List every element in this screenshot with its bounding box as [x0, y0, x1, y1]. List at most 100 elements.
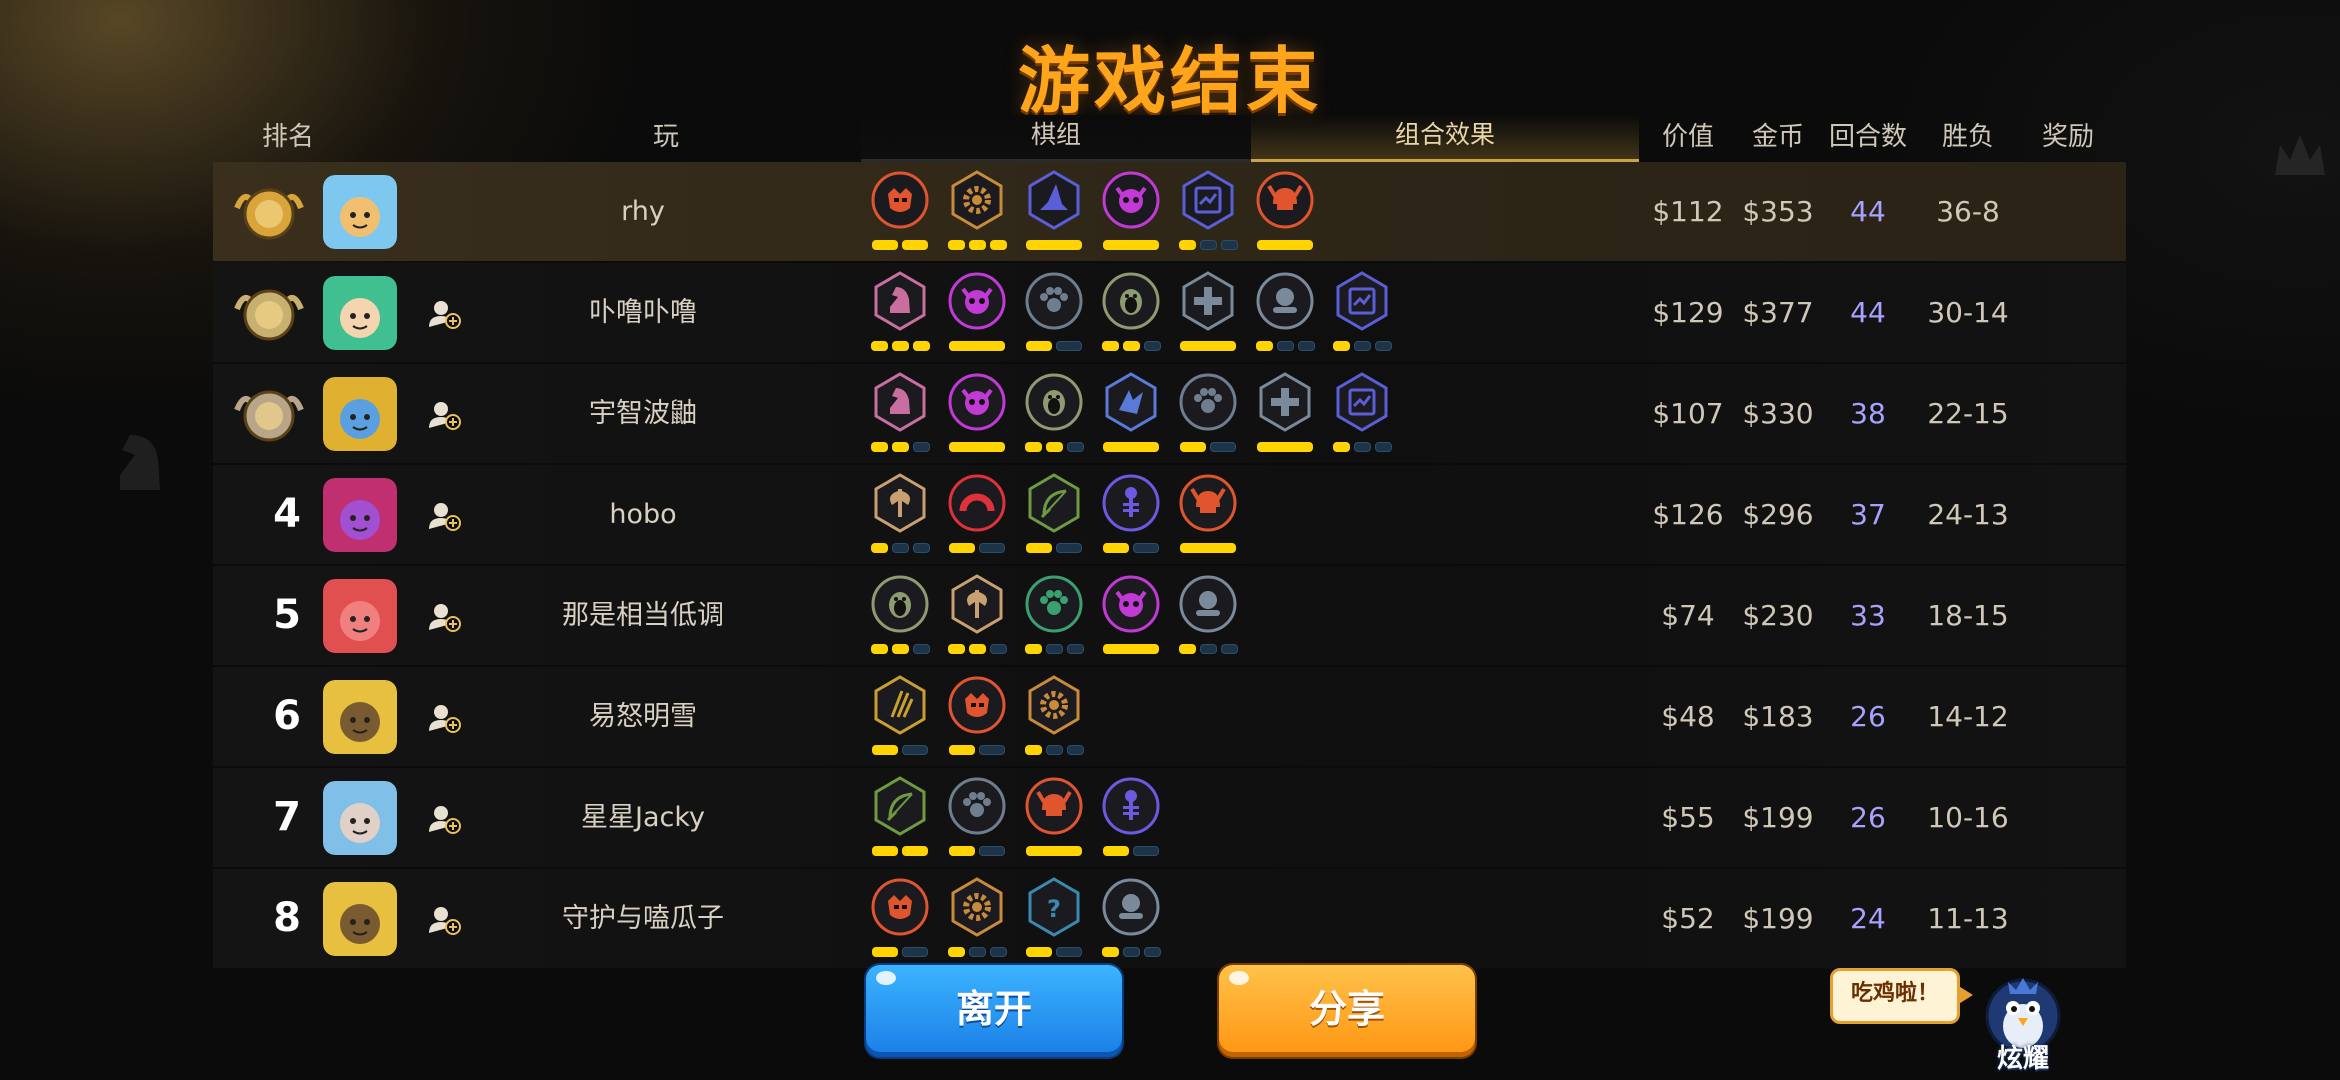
avatar[interactable]: [323, 478, 397, 552]
share-button[interactable]: 分享: [1219, 965, 1475, 1057]
flaunt-label[interactable]: 炫耀: [1978, 1038, 2068, 1075]
trait-level-pips: [945, 240, 1009, 252]
horned-skull-icon[interactable]: [1099, 572, 1163, 660]
rainbow-icon[interactable]: [945, 471, 1009, 559]
player-rounds: 38: [1850, 397, 1886, 430]
player-value: $107: [1652, 397, 1724, 430]
dragon-icon[interactable]: [1099, 370, 1163, 458]
player-winloss: 14-12: [1927, 700, 2009, 733]
table-row: rhy $112 $353 44 36-8: [213, 162, 2126, 261]
viking-helmet-icon[interactable]: [1253, 168, 1317, 256]
trait-level-pips: [1176, 341, 1240, 353]
player-name: 卟噜卟噜: [589, 297, 697, 328]
avatar[interactable]: [323, 781, 397, 855]
gear-icon[interactable]: [945, 168, 1009, 256]
player-winloss: 18-15: [1927, 599, 2009, 632]
trait-level-pips: [945, 745, 1009, 757]
leave-button[interactable]: 离开: [866, 965, 1122, 1057]
demon-mask-icon[interactable]: [868, 875, 932, 963]
trait-level-pips: [1176, 442, 1240, 454]
wizard-hat-icon[interactable]: [1022, 168, 1086, 256]
trait-level-pips: [1330, 442, 1394, 454]
trait-level-pips: [868, 341, 932, 353]
add-friend-icon[interactable]: [429, 905, 461, 935]
header-winloss: 胜负: [1941, 122, 1994, 152]
axe-icon[interactable]: [945, 572, 1009, 660]
trait-level-pips: [1253, 240, 1317, 252]
demon-mask-icon[interactable]: [945, 673, 1009, 761]
horned-skull-icon[interactable]: [1099, 168, 1163, 256]
trait-level-pips: [868, 947, 932, 959]
horned-skull-icon[interactable]: [945, 269, 1009, 357]
question-icon[interactable]: ?: [1022, 875, 1086, 963]
rank-medal-icon: [233, 178, 305, 246]
viking-helmet-icon[interactable]: [1022, 774, 1086, 862]
add-friend-icon[interactable]: [429, 299, 461, 329]
player-winloss: 30-14: [1927, 296, 2009, 329]
game-over-title: 游戏结束: [1017, 39, 1322, 123]
add-friend-icon[interactable]: [429, 400, 461, 430]
cross-icon[interactable]: [1253, 370, 1317, 458]
player-gold: $377: [1742, 296, 1814, 329]
knight-icon[interactable]: [868, 269, 932, 357]
svg-text:?: ?: [1047, 895, 1061, 923]
player-gold: $353: [1742, 195, 1814, 228]
avatar[interactable]: [323, 882, 397, 956]
gear-icon[interactable]: [1022, 673, 1086, 761]
player-gold: $199: [1742, 902, 1814, 935]
player-name: 星星Jacky: [580, 802, 705, 833]
avatar[interactable]: [323, 377, 397, 451]
trait-level-pips: [1022, 543, 1086, 555]
add-friend-icon[interactable]: [429, 804, 461, 834]
table-row: 8 守护与嗑瓜子? $52 $199 24 11-13: [213, 869, 2126, 968]
fishbone-icon[interactable]: [1099, 774, 1163, 862]
avatar[interactable]: [323, 276, 397, 350]
player-rounds: 37: [1850, 498, 1886, 531]
book-icon[interactable]: [1330, 269, 1394, 357]
trait-level-pips: [1022, 947, 1086, 959]
paw-icon[interactable]: [1176, 370, 1240, 458]
add-friend-icon[interactable]: [429, 501, 461, 531]
axe-icon[interactable]: [868, 471, 932, 559]
tab-combo-effects[interactable]: 组合效果: [1251, 115, 1639, 162]
fishbone-icon[interactable]: [1099, 471, 1163, 559]
penguin-icon[interactable]: [1022, 370, 1086, 458]
book-icon[interactable]: [1176, 168, 1240, 256]
player-rounds: 26: [1850, 700, 1886, 733]
penguin-icon[interactable]: [868, 572, 932, 660]
paw-icon[interactable]: [945, 774, 1009, 862]
add-friend-icon[interactable]: [429, 703, 461, 733]
player-winloss: 36-8: [1936, 195, 2000, 228]
gear-icon[interactable]: [945, 875, 1009, 963]
tab-traits[interactable]: 棋组: [861, 115, 1251, 162]
claws-icon[interactable]: [868, 673, 932, 761]
paw-icon[interactable]: [1022, 572, 1086, 660]
book-icon[interactable]: [1330, 370, 1394, 458]
paw-icon[interactable]: [1022, 269, 1086, 357]
avatar[interactable]: [323, 680, 397, 754]
bow-icon[interactable]: [868, 774, 932, 862]
penguin-icon[interactable]: [1099, 269, 1163, 357]
table-row: 卟噜卟噜 $129 $377 44 30-14: [213, 263, 2126, 362]
bow-icon[interactable]: [1022, 471, 1086, 559]
pilot-icon[interactable]: [1253, 269, 1317, 357]
knight-icon[interactable]: [868, 370, 932, 458]
trait-level-pips: [1176, 644, 1240, 656]
pilot-icon[interactable]: [1176, 572, 1240, 660]
rank-number: 7: [273, 794, 301, 840]
trait-level-pips: [1099, 543, 1163, 555]
trait-level-pips: [1099, 947, 1163, 959]
demon-mask-icon[interactable]: [868, 168, 932, 256]
pilot-icon[interactable]: [1099, 875, 1163, 963]
player-value: $52: [1661, 902, 1715, 935]
trait-level-pips: [1022, 240, 1086, 252]
player-winloss: 10-16: [1927, 801, 2009, 834]
viking-helmet-icon[interactable]: [1176, 471, 1240, 559]
add-friend-icon[interactable]: [429, 602, 461, 632]
horned-skull-icon[interactable]: [945, 370, 1009, 458]
avatar[interactable]: [323, 579, 397, 653]
avatar[interactable]: [323, 175, 397, 249]
header-rank: 排名: [261, 122, 314, 152]
cross-icon[interactable]: [1176, 269, 1240, 357]
table-row: 宇智波鼬 $107 $330 38 22-15: [213, 364, 2126, 463]
